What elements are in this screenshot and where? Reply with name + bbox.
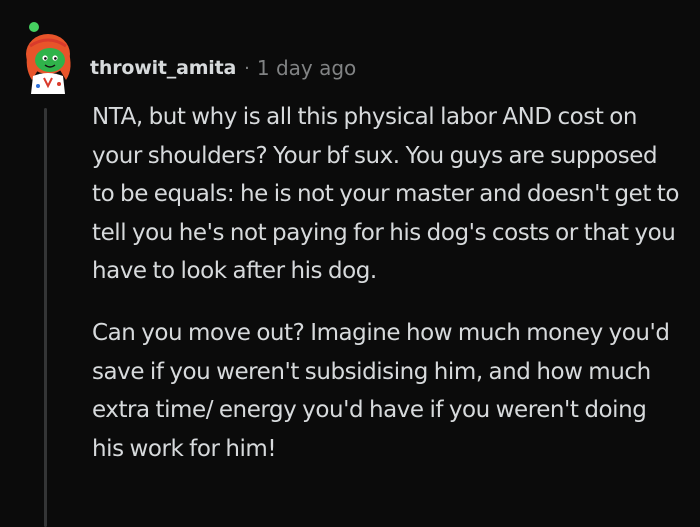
thread-line[interactable] [44,108,47,527]
comment-body: NTA, but why is all this physical labor … [92,98,682,468]
comment-paragraph: Can you move out? Imagine how much money… [92,319,670,462]
user-avatar[interactable] [20,20,76,94]
meta-separator: · [244,57,250,79]
comment-meta: throwit_amita · 1 day ago [90,52,356,84]
comment: throwit_amita · 1 day ago NTA, but why i… [0,0,700,527]
username-link[interactable]: throwit_amita [90,57,236,79]
comment-timestamp[interactable]: 1 day ago [257,56,356,80]
comment-paragraph: NTA, but why is all this physical labor … [92,104,679,285]
snoo-avatar-icon [26,22,71,94]
